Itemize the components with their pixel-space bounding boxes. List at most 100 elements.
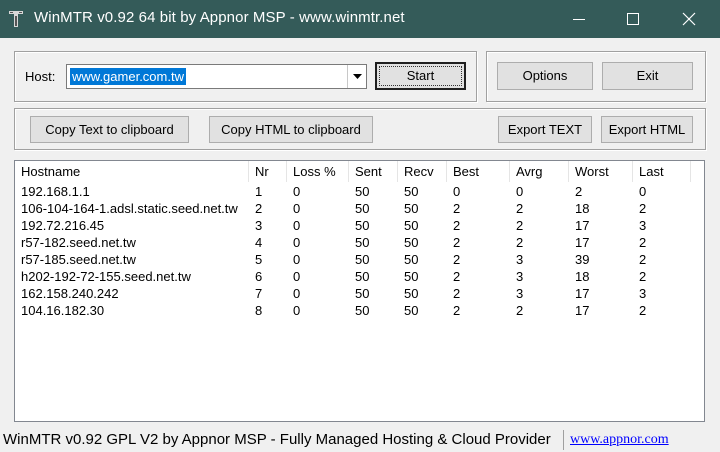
cell-last: 2 <box>639 252 647 267</box>
cell-avrg: 3 <box>516 252 524 267</box>
column-header-sent[interactable]: Sent <box>349 161 398 182</box>
cell-hostname: 106-104-164-1.adsl.static.seed.net.tw <box>21 201 238 216</box>
cell-nr: 8 <box>255 303 263 318</box>
cell-worst: 17 <box>575 218 590 233</box>
cell-recv: 50 <box>404 235 419 250</box>
hops-table[interactable]: Hostname Nr Loss % Sent Recv Best Avrg W… <box>14 160 705 422</box>
cell-avrg: 2 <box>516 201 524 216</box>
cell-loss: 0 <box>293 184 301 199</box>
table-row[interactable]: h202-192-72-155.seed.net.tw 6 0 50 50 2 3 18 2 <box>15 268 704 285</box>
cell-last: 2 <box>639 201 647 216</box>
cell-sent: 50 <box>355 269 370 284</box>
table-header: Hostname Nr Loss % Sent Recv Best Avrg W… <box>15 161 704 182</box>
cell-recv: 50 <box>404 286 419 301</box>
cell-loss: 0 <box>293 252 301 267</box>
cell-recv: 50 <box>404 184 419 199</box>
cell-last: 2 <box>639 269 647 284</box>
cell-loss: 0 <box>293 286 301 301</box>
host-dropdown-button[interactable] <box>347 65 366 88</box>
cell-loss: 0 <box>293 235 301 250</box>
cell-worst: 2 <box>575 184 583 199</box>
copy-text-button[interactable]: Copy Text to clipboard <box>30 116 189 143</box>
column-header-last[interactable]: Last <box>633 161 691 182</box>
cell-nr: 5 <box>255 252 263 267</box>
column-header-recv[interactable]: Recv <box>398 161 447 182</box>
winmtr-app-icon <box>8 10 24 28</box>
cell-worst: 39 <box>575 252 590 267</box>
status-text: WinMTR v0.92 GPL V2 by Appnor MSP - Full… <box>3 431 551 448</box>
minimize-icon <box>573 19 585 20</box>
host-combobox[interactable]: www.gamer.com.tw <box>66 64 367 89</box>
status-divider <box>563 430 564 450</box>
cell-recv: 50 <box>404 269 419 284</box>
host-label: Host: <box>25 69 56 84</box>
cell-nr: 7 <box>255 286 263 301</box>
cell-nr: 6 <box>255 269 263 284</box>
close-button[interactable] <box>666 0 712 38</box>
chevron-down-icon <box>353 74 362 79</box>
column-header-best[interactable]: Best <box>447 161 510 182</box>
column-header-worst[interactable]: Worst <box>569 161 633 182</box>
column-header-avrg[interactable]: Avrg <box>510 161 569 182</box>
options-button[interactable]: Options <box>497 62 593 90</box>
appnor-link[interactable]: www.appnor.com <box>570 432 669 448</box>
cell-hostname: r57-182.seed.net.tw <box>21 235 136 250</box>
cell-sent: 50 <box>355 286 370 301</box>
maximize-icon <box>627 13 639 25</box>
column-header-hostname[interactable]: Hostname <box>15 161 249 182</box>
table-row[interactable]: 192.72.216.45 3 0 50 50 2 2 17 3 <box>15 217 704 234</box>
table-row[interactable]: 192.168.1.1 1 0 50 50 0 0 2 0 <box>15 183 704 200</box>
cell-recv: 50 <box>404 201 419 216</box>
cell-recv: 50 <box>404 218 419 233</box>
cell-loss: 0 <box>293 303 301 318</box>
cell-worst: 17 <box>575 303 590 318</box>
cell-best: 2 <box>453 252 461 267</box>
table-row[interactable]: r57-185.seed.net.tw 5 0 50 50 2 3 39 2 <box>15 251 704 268</box>
cell-best: 2 <box>453 269 461 284</box>
cell-hostname: 192.72.216.45 <box>21 218 105 233</box>
copy-html-button[interactable]: Copy HTML to clipboard <box>209 116 373 143</box>
cell-hostname: 192.168.1.1 <box>21 184 90 199</box>
cell-sent: 50 <box>355 201 370 216</box>
cell-avrg: 3 <box>516 269 524 284</box>
cell-best: 2 <box>453 303 461 318</box>
cell-hostname: h202-192-72-155.seed.net.tw <box>21 269 191 284</box>
column-header-loss[interactable]: Loss % <box>287 161 349 182</box>
cell-nr: 3 <box>255 218 263 233</box>
cell-last: 0 <box>639 184 647 199</box>
table-row[interactable]: 106-104-164-1.adsl.static.seed.net.tw 2 0 5… <box>15 200 704 217</box>
cell-sent: 50 <box>355 218 370 233</box>
host-input[interactable]: www.gamer.com.tw <box>70 68 186 85</box>
cell-loss: 0 <box>293 269 301 284</box>
cell-avrg: 3 <box>516 286 524 301</box>
cell-sent: 50 <box>355 184 370 199</box>
cell-avrg: 2 <box>516 235 524 250</box>
cell-last: 3 <box>639 218 647 233</box>
cell-recv: 50 <box>404 252 419 267</box>
cell-hostname: r57-185.seed.net.tw <box>21 252 136 267</box>
cell-last: 3 <box>639 286 647 301</box>
title-bar[interactable]: WinMTR v0.92 64 bit by Appnor MSP - www.… <box>0 0 720 38</box>
cell-best: 0 <box>453 184 461 199</box>
cell-last: 2 <box>639 235 647 250</box>
maximize-button[interactable] <box>610 0 656 38</box>
export-text-button[interactable]: Export TEXT <box>498 116 592 143</box>
cell-sent: 50 <box>355 252 370 267</box>
cell-recv: 50 <box>404 303 419 318</box>
column-header-nr[interactable]: Nr <box>249 161 287 182</box>
cell-best: 2 <box>453 201 461 216</box>
start-button[interactable]: Start <box>375 62 466 90</box>
minimize-button[interactable] <box>556 0 602 38</box>
cell-sent: 50 <box>355 235 370 250</box>
cell-loss: 0 <box>293 218 301 233</box>
export-html-button[interactable]: Export HTML <box>601 116 693 143</box>
cell-avrg: 2 <box>516 218 524 233</box>
cell-best: 2 <box>453 286 461 301</box>
table-row[interactable]: 104.16.182.30 8 0 50 50 2 2 17 2 <box>15 302 704 319</box>
cell-nr: 4 <box>255 235 263 250</box>
table-row[interactable]: 162.158.240.242 7 0 50 50 2 3 17 3 <box>15 285 704 302</box>
cell-hostname: 104.16.182.30 <box>21 303 105 318</box>
table-row[interactable]: r57-182.seed.net.tw 4 0 50 50 2 2 17 2 <box>15 234 704 251</box>
close-icon <box>682 12 696 26</box>
exit-button[interactable]: Exit <box>602 62 693 90</box>
